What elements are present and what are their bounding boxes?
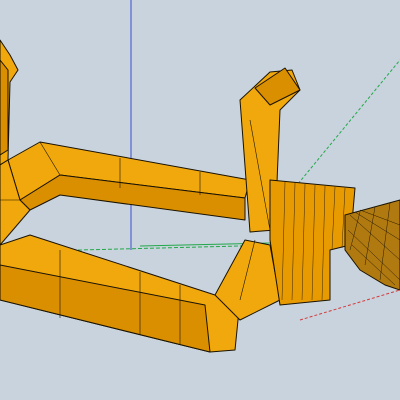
3d-viewport[interactable]: [0, 0, 400, 400]
model-canvas[interactable]: [0, 0, 400, 400]
left-hook-shade: [0, 59, 9, 156]
